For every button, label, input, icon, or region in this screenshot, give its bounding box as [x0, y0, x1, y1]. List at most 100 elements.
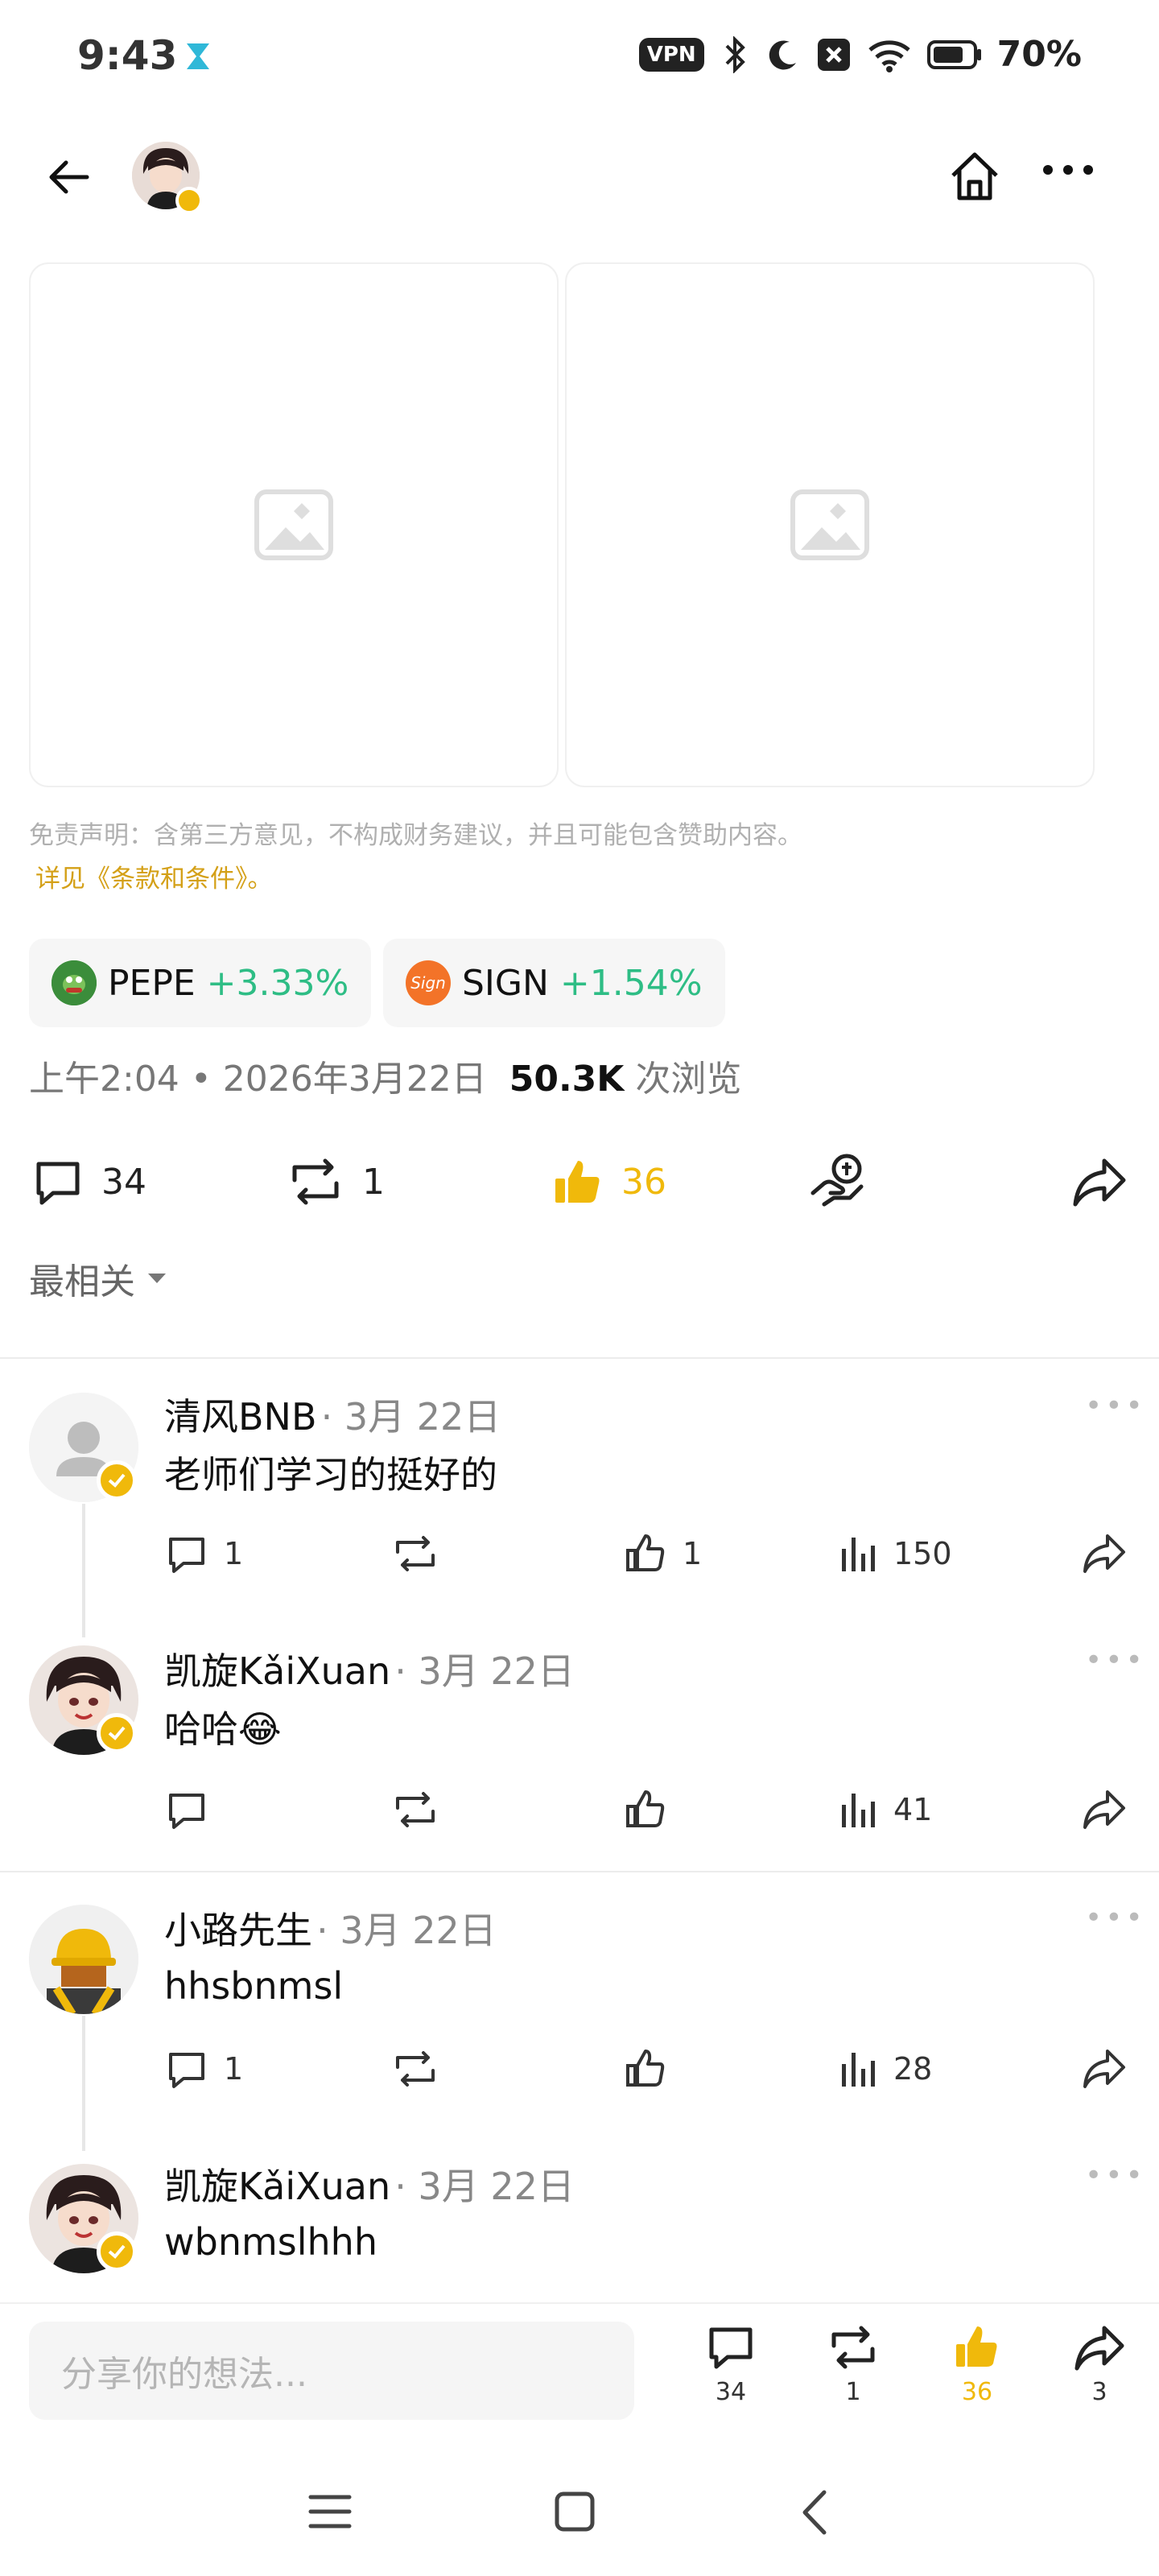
post-meta: 上午2:04 • 2026年3月22日 50.3K 次浏览	[29, 1050, 741, 1101]
post-date: 2026年3月22日	[222, 1059, 487, 1100]
caret-down-icon	[146, 1272, 167, 1285]
pepe-coin-icon	[52, 960, 97, 1005]
more-options-icon[interactable]	[1040, 158, 1096, 182]
comment-author[interactable]: 凯旋KǎiXuan	[164, 1649, 390, 1693]
comment-date: · 3月 22日	[394, 2165, 575, 2208]
bottom-like-button[interactable]: 36	[937, 2323, 1017, 2406]
comment-actions: 1 1 150	[166, 1530, 1132, 1578]
like-button[interactable]: 36	[552, 1156, 666, 1208]
wifi-icon	[867, 37, 912, 72]
comment-text: hhsbnmsl	[164, 1964, 344, 2008]
views-stat: 41	[839, 1790, 932, 1829]
ticker-pepe[interactable]: PEPE +3.33%	[29, 939, 372, 1027]
reply-input[interactable]: 分享你的想法...	[29, 2322, 634, 2420]
repost-icon[interactable]	[391, 1789, 439, 1831]
battery-percentage: 70%	[996, 34, 1082, 75]
comment-more-icon[interactable]: •••	[1085, 1901, 1146, 1934]
ticker-sign[interactable]: Sign SIGN +1.54%	[383, 939, 725, 1027]
ticker-symbol: PEPE	[108, 962, 196, 1004]
comment-date: · 3月 22日	[316, 1909, 497, 1952]
sort-label: 最相关	[29, 1261, 135, 1302]
ticker-symbol: SIGN	[462, 962, 549, 1004]
views-count: 28	[893, 2051, 933, 2087]
status-icons: VPN 70%	[638, 34, 1082, 75]
verified-badge-icon	[97, 2231, 137, 2272]
comment-text: 哈哈😂	[164, 1707, 282, 1751]
reply-button[interactable]	[166, 1789, 208, 1831]
share-icon	[1072, 1156, 1127, 1208]
like-count: 36	[621, 1161, 666, 1203]
terms-link[interactable]: 详见《条款和条件》。	[35, 858, 273, 894]
reply-count: 1	[224, 2051, 244, 2087]
share-icon[interactable]	[1082, 2048, 1127, 2090]
views-count: 150	[893, 1536, 952, 1571]
post-time: 上午2:04	[29, 1059, 179, 1100]
verified-badge-icon	[97, 1460, 137, 1501]
post-image-2[interactable]	[565, 262, 1095, 787]
bottom-comment-count: 34	[715, 2378, 747, 2406]
home-icon[interactable]	[947, 148, 1003, 204]
views-count: 41	[893, 1792, 933, 1827]
repost-icon[interactable]	[391, 1533, 439, 1575]
tip-hand-icon	[810, 1151, 868, 1209]
bottom-comment-button[interactable]: 34	[691, 2323, 771, 2406]
comment-more-icon[interactable]: •••	[1085, 1644, 1146, 1677]
repost-icon	[287, 1156, 344, 1208]
comment-count: 34	[101, 1161, 146, 1203]
home-square-icon[interactable]	[554, 2491, 596, 2533]
share-icon[interactable]	[1082, 1533, 1127, 1575]
comment-text: 老师们学习的挺好的	[164, 1453, 497, 1496]
repost-button[interactable]: 1	[287, 1156, 385, 1208]
verified-badge-icon	[175, 187, 203, 214]
comment-author[interactable]: 清风BNB	[164, 1395, 317, 1439]
views-stat: 150	[839, 1534, 952, 1573]
comment-more-icon[interactable]: •••	[1085, 2159, 1146, 2192]
like-count: 1	[683, 1536, 703, 1571]
views-stat: 28	[839, 2050, 932, 2088]
moon-icon	[765, 37, 801, 72]
bottom-share-button[interactable]: 3	[1059, 2323, 1140, 2406]
share-button[interactable]	[1072, 1156, 1127, 1208]
comment-button[interactable]: 34	[32, 1156, 146, 1208]
tip-button[interactable]	[810, 1151, 868, 1209]
reply-button[interactable]: 1	[166, 2048, 243, 2090]
share-icon[interactable]	[1082, 1789, 1127, 1831]
sort-dropdown[interactable]: 最相关	[29, 1253, 167, 1304]
sign-coin-icon: Sign	[406, 960, 451, 1005]
bottom-repost-button[interactable]: 1	[813, 2323, 893, 2406]
bottom-share-count: 3	[1091, 2378, 1107, 2406]
comment-author[interactable]: 小路先生	[164, 1909, 312, 1952]
reply-button[interactable]: 1	[166, 1533, 243, 1575]
repost-icon[interactable]	[391, 2048, 439, 2090]
app-logo-icon	[184, 40, 212, 72]
comment-actions: 41	[166, 1785, 1132, 1834]
ticker-change: +3.33%	[206, 962, 349, 1004]
repost-count: 1	[362, 1161, 385, 1203]
thread-line	[82, 2016, 85, 2151]
comment-author[interactable]: 凯旋KǎiXuan	[164, 2165, 390, 2208]
thumbs-up-filled-icon	[552, 1156, 604, 1208]
status-time: 9:43	[77, 32, 178, 79]
like-button[interactable]	[625, 1789, 666, 1831]
battery-icon	[926, 39, 983, 71]
like-button[interactable]: 1	[625, 1533, 702, 1575]
back-button[interactable]	[45, 153, 93, 201]
reply-count: 1	[224, 1536, 244, 1571]
post-image-1[interactable]	[29, 262, 559, 787]
comment-icon	[32, 1156, 84, 1208]
comment-more-icon[interactable]: •••	[1085, 1389, 1146, 1422]
nav-back-icon[interactable]	[798, 2489, 831, 2536]
comment-text: wbnmslhhh	[164, 2220, 377, 2264]
image-placeholder-icon	[790, 489, 870, 561]
thread-line	[82, 1504, 85, 1637]
bluetooth-icon	[719, 35, 751, 73]
close-box-icon	[815, 36, 852, 73]
like-button[interactable]	[625, 2048, 666, 2090]
comment-avatar[interactable]	[29, 1905, 138, 2014]
view-count: 50.3K	[509, 1059, 625, 1100]
menu-icon[interactable]	[307, 2492, 353, 2531]
comment-date: · 3月 22日	[320, 1395, 501, 1439]
comment-actions: 1 28	[166, 2045, 1132, 2093]
vpn-icon: VPN	[638, 37, 704, 72]
ticker-change: +1.54%	[559, 962, 703, 1004]
